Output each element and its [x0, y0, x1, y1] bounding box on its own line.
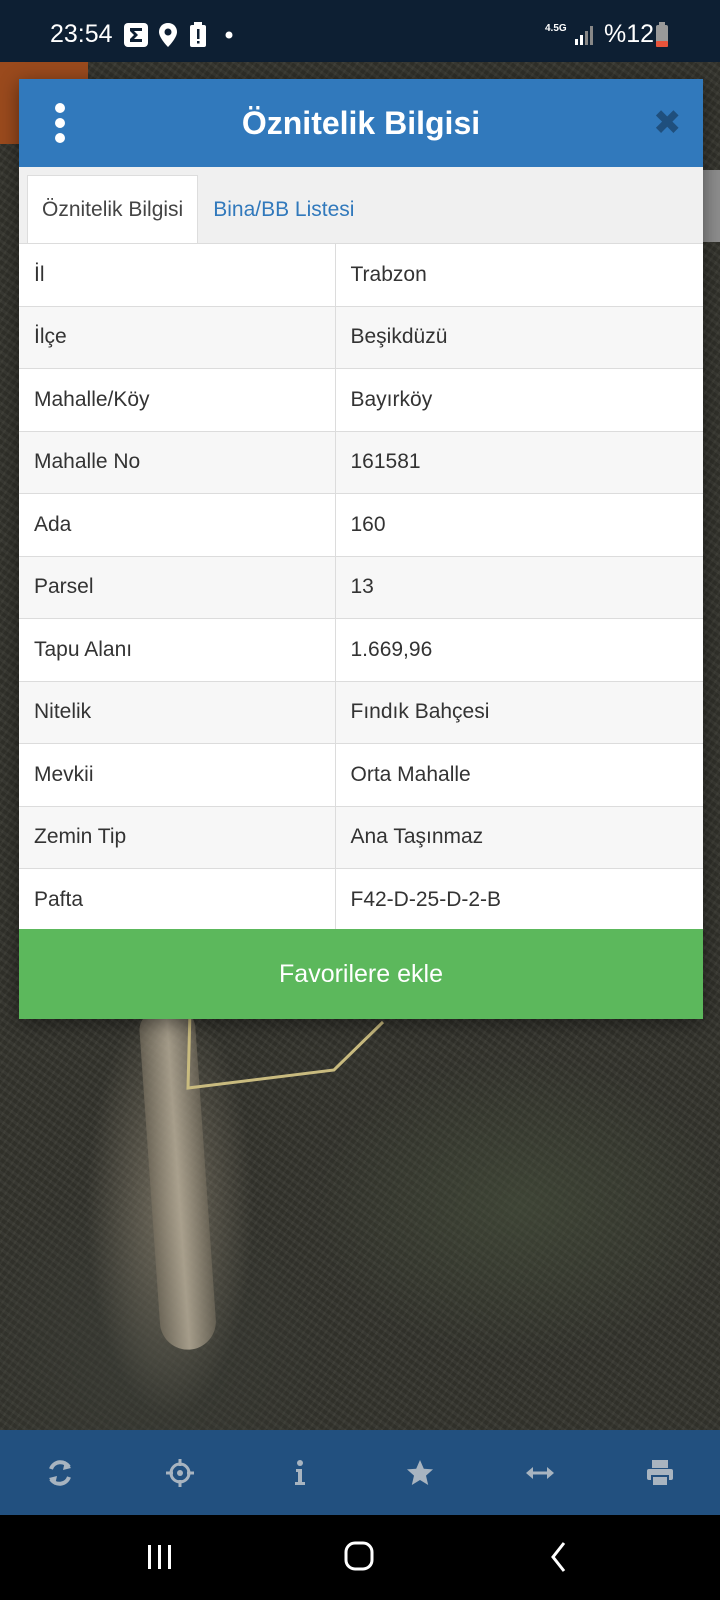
attribute-info-dialog: Öznitelik Bilgisi ✖ Öznitelik Bilgisi Bi…	[19, 79, 703, 1019]
row-key: Pafta	[19, 868, 336, 931]
map-edge-tab[interactable]	[700, 170, 720, 242]
crosshair-icon	[166, 1458, 194, 1487]
back-icon[interactable]	[540, 1537, 584, 1577]
bottom-toolbar	[0, 1430, 720, 1515]
table-row: İlçe Beşikdüzü	[19, 305, 703, 369]
info-icon	[295, 1459, 305, 1485]
refresh-icon	[49, 1459, 71, 1486]
table-row: İl Trabzon	[19, 243, 703, 306]
network-type: 4.5G	[545, 23, 567, 34]
sigma-icon	[124, 23, 148, 47]
table-row: Zemin Tip Ana Taşınmaz	[19, 805, 703, 869]
recent-apps-icon[interactable]	[138, 1537, 182, 1577]
signal-icon	[575, 26, 593, 45]
dot-icon	[225, 31, 233, 39]
battery-icon	[656, 22, 668, 47]
refresh-button[interactable]	[20, 1443, 100, 1503]
favorites-button[interactable]	[380, 1443, 460, 1503]
row-value: 13	[335, 555, 703, 619]
print-icon	[647, 1459, 673, 1487]
row-value: Fındık Bahçesi	[335, 680, 703, 744]
locate-button[interactable]	[140, 1443, 220, 1503]
row-key: Nitelik	[19, 680, 336, 744]
table-row: Pafta F42-D-25-D-2-B	[19, 868, 703, 931]
system-nav-bar	[0, 1515, 720, 1600]
row-key: Tapu Alanı	[19, 618, 336, 681]
row-value: Ana Taşınmaz	[335, 805, 703, 869]
row-key: Parsel	[19, 555, 336, 619]
table-row: Ada 160	[19, 493, 703, 556]
row-value: F42-D-25-D-2-B	[335, 868, 703, 931]
row-key: İlçe	[19, 305, 336, 369]
tab-building-list[interactable]: Bina/BB Listesi	[198, 175, 369, 245]
table-row: Tapu Alanı 1.669,96	[19, 618, 703, 681]
dialog-title: Öznitelik Bilgisi	[241, 105, 481, 141]
battery-alert-icon	[190, 22, 206, 47]
add-to-favorites-button[interactable]: Favorilere ekle	[19, 929, 703, 1019]
row-value: 161581	[335, 430, 703, 494]
table-row: Parsel 13	[19, 555, 703, 619]
location-icon	[159, 23, 177, 47]
measure-button[interactable]	[500, 1443, 580, 1503]
table-row: Nitelik Fındık Bahçesi	[19, 680, 703, 744]
row-key: Mevkii	[19, 743, 336, 806]
tab-attribute-info[interactable]: Öznitelik Bilgisi	[27, 175, 199, 245]
home-icon[interactable]	[338, 1537, 382, 1577]
battery-percentage: %12	[604, 20, 655, 48]
row-key: İl	[19, 243, 336, 306]
table-row: Mahalle/Köy Bayırköy	[19, 368, 703, 431]
print-button[interactable]	[620, 1443, 700, 1503]
close-icon[interactable]: ✖	[653, 106, 682, 140]
dialog-header: Öznitelik Bilgisi ✖	[19, 79, 703, 167]
row-key: Ada	[19, 493, 336, 556]
table-row: Mevkii Orta Mahalle	[19, 743, 703, 806]
status-bar: 23:54 4.5G %12	[0, 0, 720, 62]
row-key: Zemin Tip	[19, 805, 336, 869]
star-icon	[407, 1459, 433, 1485]
row-value: 160	[335, 493, 703, 556]
row-value: Orta Mahalle	[335, 743, 703, 806]
row-value: Trabzon	[335, 243, 703, 306]
info-button[interactable]	[260, 1443, 340, 1503]
table-row: Mahalle No 161581	[19, 430, 703, 494]
status-time: 23:54	[50, 20, 113, 48]
row-value: Bayırköy	[335, 368, 703, 431]
row-key: Mahalle/Köy	[19, 368, 336, 431]
measure-icon	[526, 1466, 554, 1479]
row-value: Beşikdüzü	[335, 305, 703, 369]
row-value: 1.669,96	[335, 618, 703, 681]
row-key: Mahalle No	[19, 430, 336, 494]
attribute-table: İl Trabzon İlçe Beşikdüzü Mahalle/Köy Bayır…	[19, 243, 703, 931]
